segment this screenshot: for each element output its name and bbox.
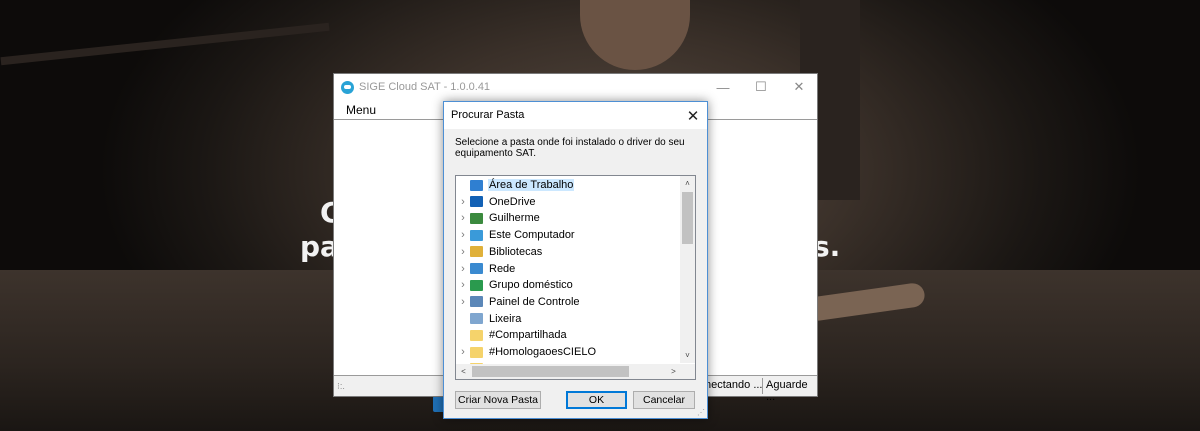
horizontal-scroll-thumb[interactable] (472, 366, 629, 377)
recycle-bin-icon (470, 313, 483, 325)
status-divider (762, 378, 763, 394)
scroll-left-button[interactable]: ˂ (456, 364, 471, 379)
new-folder-button[interactable]: Criar Nova Pasta (455, 391, 541, 409)
expand-chevron-icon[interactable]: › (456, 196, 470, 208)
folder-icon (470, 346, 483, 358)
app-titlebar[interactable]: SIGE Cloud SAT - 1.0.0.41 — ☐ ✕ (334, 74, 817, 100)
tree-item-label: #HomologaoesCIELO (489, 346, 597, 358)
cancel-button[interactable]: Cancelar (633, 391, 695, 409)
expand-chevron-icon[interactable]: › (456, 246, 470, 258)
expand-chevron-icon[interactable]: › (456, 263, 470, 275)
connection-status: nectando ... (705, 379, 763, 391)
cloud-icon (470, 196, 483, 208)
tree-item-label: Lixeira (489, 312, 522, 325)
library-icon (470, 246, 483, 258)
dialog-titlebar[interactable]: Procurar Pasta ✕ (444, 102, 707, 129)
maximize-button[interactable]: ☐ (742, 74, 780, 100)
scrollbar-corner (680, 364, 695, 379)
dialog-close-button[interactable]: ✕ (679, 102, 707, 129)
close-button[interactable]: ✕ (780, 74, 818, 100)
tree-item[interactable]: › Este Computador (456, 227, 576, 243)
tree-item-label: #Compartilhada (489, 329, 567, 342)
tree-item[interactable]: › Grupo doméstico (456, 277, 574, 293)
tree-item-label: Guilherme (489, 212, 540, 225)
expand-chevron-icon[interactable]: › (456, 212, 470, 224)
expand-chevron-icon[interactable]: › (456, 296, 470, 308)
horizontal-scrollbar[interactable]: ˂ ˃ (456, 364, 681, 379)
vertical-scrollbar[interactable]: ˄ ˅ (680, 176, 695, 363)
desktop-icon (470, 179, 483, 191)
background-figure (580, 0, 690, 70)
tree-item-label: Área de Trabalho (488, 179, 575, 191)
homegroup-icon (470, 279, 483, 291)
expand-chevron-icon[interactable]: › (456, 346, 470, 358)
tree-item-label: Bibliotecas (489, 245, 543, 258)
tree-item[interactable]: Lixeira (456, 311, 522, 327)
menu-item[interactable]: Menu (346, 103, 376, 117)
background-beam (0, 22, 330, 66)
scroll-right-button[interactable]: ˃ (666, 364, 681, 379)
vertical-scroll-thumb[interactable] (682, 192, 693, 244)
browse-folder-dialog: Procurar Pasta ✕ Selecione a pasta onde … (443, 101, 708, 419)
user-icon (470, 212, 483, 224)
tree-item[interactable]: › Painel de Controle (456, 294, 581, 310)
folder-icon (470, 329, 483, 341)
tree-item[interactable]: Área de Trabalho (456, 177, 575, 193)
tree-item[interactable]: #Compartilhada (456, 327, 568, 343)
computer-icon (470, 229, 483, 241)
tree-item-label: OneDrive (489, 195, 536, 208)
state-status: Aguarde ... (766, 379, 808, 403)
expand-chevron-icon[interactable]: › (456, 229, 470, 241)
tree-item[interactable]: › #HomologaoesCIELO (456, 344, 597, 360)
dialog-description: Selecione a pasta onde foi instalado o d… (455, 137, 685, 159)
tree-item[interactable]: › Rede (456, 261, 516, 277)
ok-button[interactable]: OK (566, 391, 627, 409)
control-panel-icon (470, 296, 483, 308)
tree-item[interactable]: › Guilherme (456, 210, 541, 226)
tree-item[interactable]: › Bibliotecas (456, 244, 543, 260)
scroll-up-button[interactable]: ˄ (680, 176, 695, 191)
app-logo-icon (341, 80, 354, 94)
app-title: SIGE Cloud SAT - 1.0.0.41 (359, 81, 491, 93)
scroll-down-button[interactable]: ˅ (680, 348, 695, 363)
expand-chevron-icon[interactable]: › (456, 279, 470, 291)
dialog-title: Procurar Pasta (451, 109, 525, 121)
folder-tree[interactable]: Área de Trabalho › OneDrive › Guilherme › Este… (455, 175, 696, 380)
tree-item-label: Painel de Controle (489, 295, 580, 308)
tree-item-label: Grupo doméstico (489, 279, 573, 292)
tree-item-label: Rede (489, 262, 516, 275)
tree-item-label: Este Computador (489, 229, 575, 242)
minimize-button[interactable]: — (704, 74, 742, 100)
resize-grip[interactable]: ⋰ (697, 408, 705, 417)
tree-item[interactable]: › OneDrive (456, 194, 536, 210)
network-icon (470, 263, 483, 274)
status-grip: ⁝:. (337, 380, 345, 391)
